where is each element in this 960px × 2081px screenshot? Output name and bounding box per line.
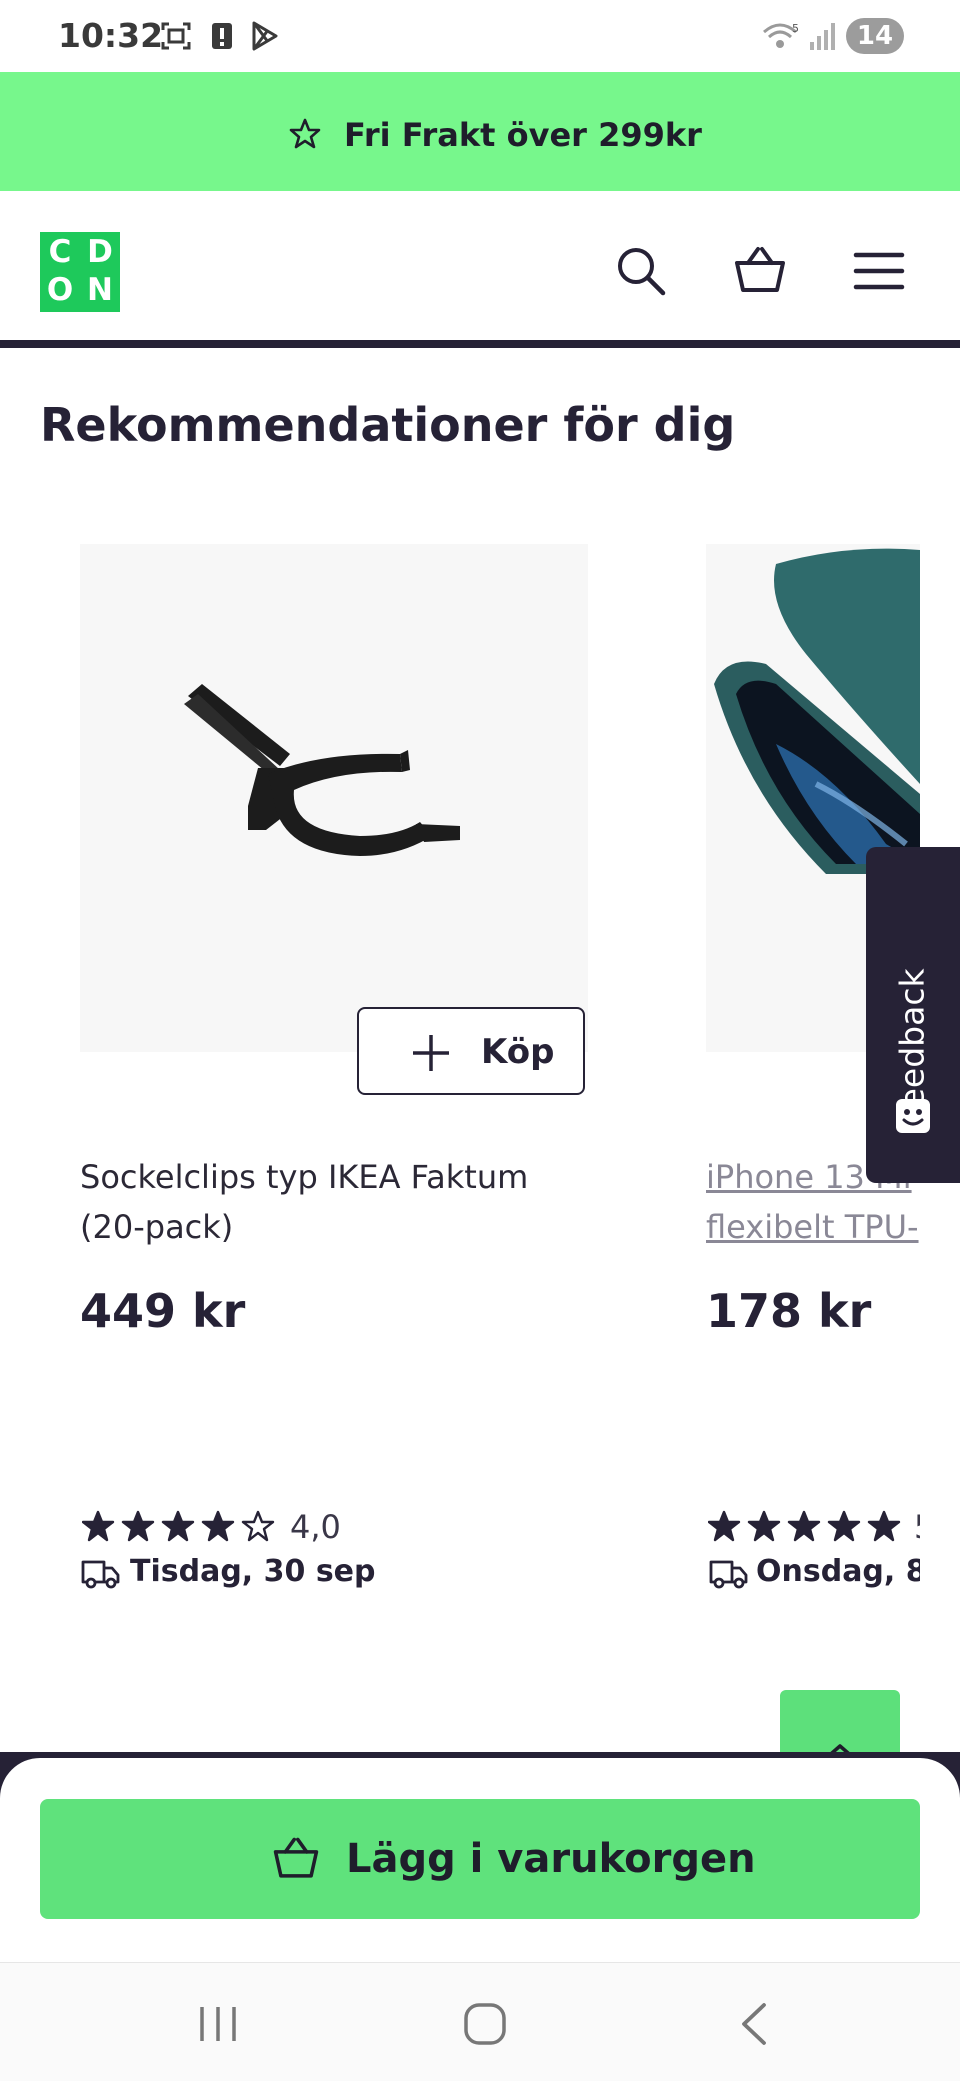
site-header bbox=[0, 191, 960, 345]
back-icon[interactable] bbox=[736, 2001, 772, 2047]
add-to-cart-label: Lägg i varukorgen bbox=[346, 1836, 756, 1882]
home-icon[interactable] bbox=[462, 2001, 508, 2047]
wifi-icon: 5 bbox=[763, 22, 799, 48]
battery-indicator: 14 bbox=[846, 18, 904, 54]
status-bar: 10:32 5 14 bbox=[0, 0, 960, 72]
smiley-icon bbox=[896, 1099, 930, 1133]
header-divider bbox=[0, 340, 960, 348]
rating-stars bbox=[81, 1510, 282, 1544]
product-image[interactable] bbox=[80, 544, 588, 1052]
feedback-tab[interactable]: Feedback bbox=[866, 847, 960, 1183]
buy-button[interactable]: Köp bbox=[357, 1007, 585, 1095]
rating-value: 4,0 bbox=[290, 1508, 341, 1546]
delivery-date: Onsdag, 8 o bbox=[756, 1554, 920, 1589]
product-price: 449 kr bbox=[80, 1284, 246, 1338]
rating-stars: 5 bbox=[708, 1510, 920, 1544]
basket-icon bbox=[273, 1837, 319, 1878]
star-rating-icon bbox=[81, 1510, 275, 1542]
buy-button-label: Köp bbox=[481, 1032, 555, 1072]
product-price: 178 kr bbox=[706, 1284, 872, 1338]
system-nav-bar bbox=[0, 1962, 960, 2081]
delivery-date: Tisdag, 30 sep bbox=[130, 1554, 376, 1589]
svg-text:5: 5 bbox=[792, 22, 799, 35]
alert-icon bbox=[212, 23, 232, 49]
promo-text: Fri Frakt över 299kr bbox=[344, 116, 702, 154]
clip-product-illustration bbox=[184, 684, 460, 856]
screenshot-icon bbox=[161, 22, 191, 50]
play-store-icon bbox=[252, 21, 278, 51]
section-title: Rekommendationer för dig bbox=[40, 398, 736, 452]
status-time: 10:32 bbox=[58, 16, 164, 55]
product-name[interactable]: Sockelclips typ IKEA Faktum (20-pack) bbox=[80, 1152, 528, 1252]
delivery-truck-icon bbox=[81, 1560, 120, 1589]
add-to-cart-button[interactable]: Lägg i varukorgen bbox=[40, 1799, 920, 1919]
cdon-logo[interactable]: C D O N bbox=[40, 232, 120, 312]
signal-icon bbox=[810, 23, 835, 50]
delivery-truck-icon bbox=[709, 1560, 748, 1589]
star-outline-icon bbox=[289, 118, 321, 149]
rating-value: 5 bbox=[914, 1510, 920, 1544]
search-icon[interactable] bbox=[614, 244, 668, 298]
menu-icon[interactable] bbox=[852, 244, 906, 298]
star-rating-icon bbox=[708, 1510, 901, 1542]
basket-icon[interactable] bbox=[733, 244, 787, 298]
plus-icon bbox=[413, 1035, 449, 1071]
recents-icon[interactable] bbox=[196, 2003, 240, 2045]
